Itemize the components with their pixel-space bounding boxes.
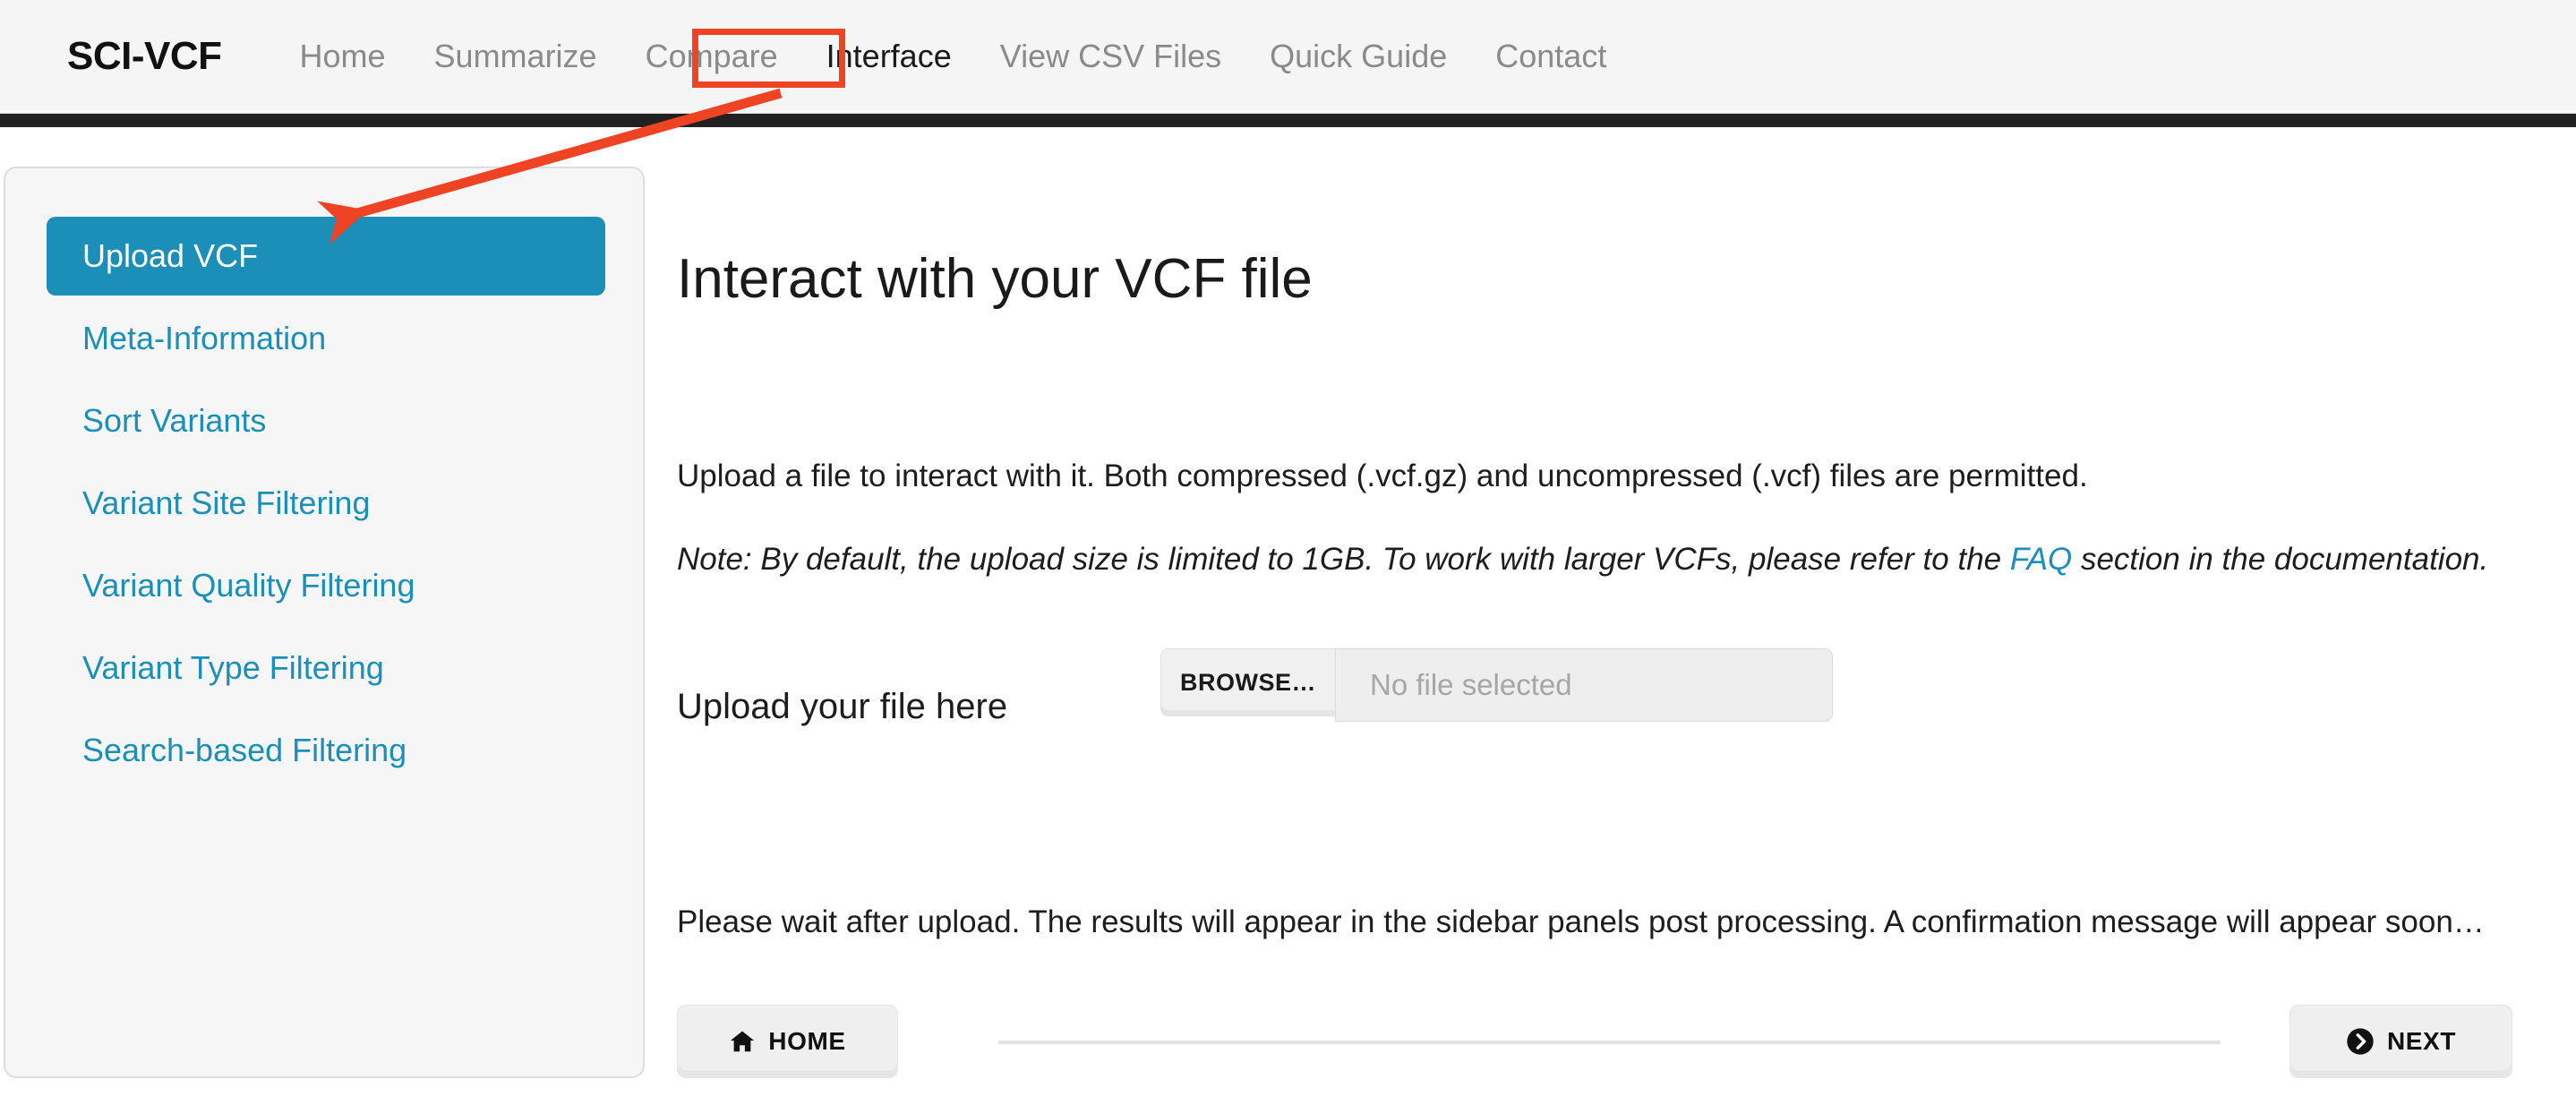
- sidebar-item-label: Variant Quality Filtering: [82, 567, 415, 604]
- sidebar-item-label: Variant Type Filtering: [82, 649, 384, 686]
- note-text: Note: By default, the upload size is lim…: [677, 544, 2488, 575]
- nav-link-summarize[interactable]: Summarize: [410, 40, 621, 73]
- sidebar-item-variant-quality-filtering[interactable]: Variant Quality Filtering: [47, 546, 605, 625]
- footer-divider: [998, 1041, 2221, 1044]
- home-icon: [729, 1028, 756, 1055]
- footer-navigation: HOME NEXT: [677, 1005, 2566, 1094]
- nav-link-interface[interactable]: Interface: [802, 40, 976, 73]
- page-title: Interact with your VCF file: [677, 247, 1313, 310]
- brand-logo[interactable]: SCI-VCF: [67, 37, 222, 76]
- sidebar-item-label: Variant Site Filtering: [82, 484, 371, 521]
- sidebar-item-label: Upload VCF: [82, 237, 259, 274]
- note-prefix: Note: By default, the upload size is lim…: [677, 542, 2010, 577]
- sidebar-item-meta-information[interactable]: Meta-Information: [47, 299, 605, 378]
- wait-message: Please wait after upload. The results wi…: [677, 904, 2485, 939]
- page-body: Upload VCF Meta-Information Sort Variant…: [0, 127, 2576, 1114]
- main-content: Interact with your VCF file Upload a fil…: [677, 127, 2566, 1114]
- home-button-label: HOME: [768, 1027, 846, 1055]
- sidebar-item-sort-variants[interactable]: Sort Variants: [47, 381, 605, 460]
- top-navbar: SCI-VCF Home Summarize Compare Interface…: [0, 0, 2576, 114]
- navbar-underbar: [0, 114, 2576, 127]
- note-suffix: section in the documentation.: [2072, 542, 2489, 577]
- sidebar-item-label: Search-based Filtering: [82, 732, 407, 768]
- faq-link[interactable]: FAQ: [2010, 542, 2072, 577]
- nav-links: Home Summarize Compare Interface View CS…: [276, 40, 1631, 73]
- nav-link-compare[interactable]: Compare: [621, 40, 802, 73]
- nav-link-view-csv-files[interactable]: View CSV Files: [976, 40, 1245, 73]
- chevron-right-circle-icon: [2346, 1027, 2375, 1056]
- home-button[interactable]: HOME: [677, 1005, 898, 1078]
- sidebar-item-label: Meta-Information: [82, 320, 327, 356]
- next-button-label: NEXT: [2386, 1027, 2457, 1055]
- upload-label: Upload your file here: [677, 687, 1008, 726]
- sidebar-item-label: Sort Variants: [82, 402, 267, 439]
- sidebar-item-variant-site-filtering[interactable]: Variant Site Filtering: [47, 464, 605, 543]
- browse-button[interactable]: BROWSE…: [1160, 648, 1335, 716]
- intro-text: Upload a file to interact with it. Both …: [677, 458, 2088, 493]
- file-upload-control: BROWSE… No file selected: [1160, 648, 1833, 722]
- nav-link-home[interactable]: Home: [276, 40, 410, 73]
- sidebar-item-upload-vcf[interactable]: Upload VCF: [47, 217, 605, 296]
- nav-link-quick-guide[interactable]: Quick Guide: [1245, 40, 1471, 73]
- sidebar-item-variant-type-filtering[interactable]: Variant Type Filtering: [47, 629, 605, 707]
- nav-link-contact[interactable]: Contact: [1471, 40, 1630, 73]
- sidebar-item-list: Upload VCF Meta-Information Sort Variant…: [5, 217, 646, 793]
- next-button[interactable]: NEXT: [2289, 1005, 2512, 1078]
- sidebar-item-search-based-filtering[interactable]: Search-based Filtering: [47, 711, 605, 790]
- file-name-display[interactable]: No file selected: [1335, 648, 1833, 722]
- sidebar-panel: Upload VCF Meta-Information Sort Variant…: [4, 167, 645, 1078]
